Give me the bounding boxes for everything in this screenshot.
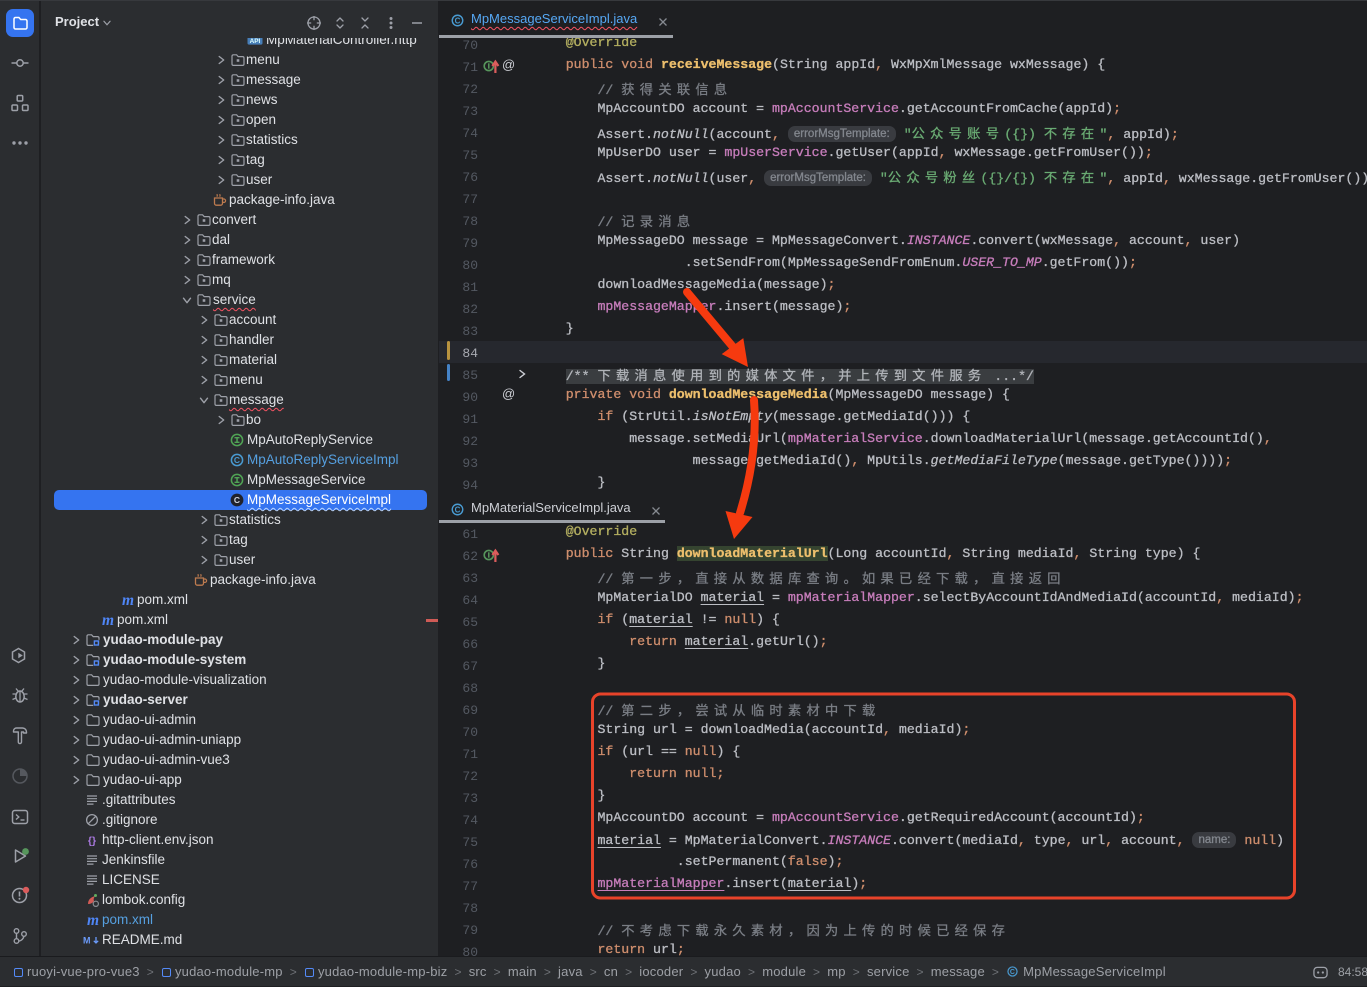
svg-text:m: m (122, 592, 134, 608)
svg-text:C: C (455, 16, 461, 25)
svg-text:{}: {} (88, 835, 96, 847)
svg-text:M: M (83, 936, 91, 946)
svg-text:C: C (1010, 969, 1015, 976)
svg-text:C: C (234, 455, 240, 465)
svg-text:C: C (234, 495, 240, 505)
svg-text:C: C (455, 505, 461, 514)
svg-text:m: m (102, 612, 114, 628)
svg-text:API: API (250, 38, 261, 45)
svg-text:m: m (87, 912, 99, 928)
